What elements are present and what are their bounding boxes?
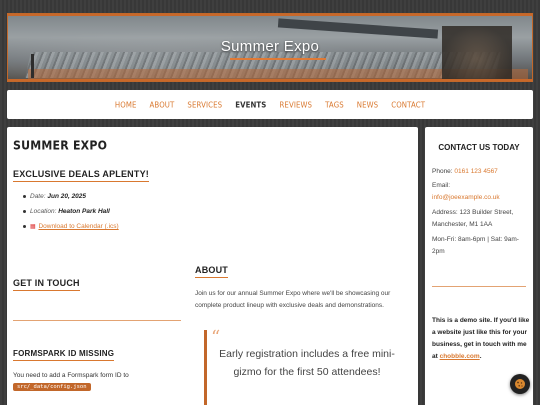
event-date-label: Date: — [30, 193, 46, 200]
hero-image-pipe — [31, 54, 34, 78]
hero-title-underline — [230, 58, 326, 60]
nav-about[interactable]: About — [150, 100, 175, 109]
cookie-settings-button[interactable] — [510, 374, 530, 394]
sidebar-divider — [432, 286, 526, 287]
cookie-icon — [515, 379, 525, 389]
section-divider — [13, 320, 181, 321]
hero-image-trowel — [277, 18, 439, 39]
download-calendar-link[interactable]: Download to Calendar (.ics) — [38, 223, 118, 230]
deals-heading: Exclusive Deals Aplenty! — [13, 169, 149, 182]
email-label: Email: — [432, 182, 451, 189]
event-location-label: Location: — [30, 208, 57, 215]
calendar-icon: ▦ — [30, 224, 36, 230]
event-date: Date: Jun 20, 2025 — [23, 193, 119, 200]
get-in-touch-heading: Get in Touch — [13, 278, 80, 291]
nav-services[interactable]: Services — [187, 100, 222, 109]
about-text: Join us for our annual Summer Expo where… — [195, 290, 391, 309]
quote-icon: “ — [211, 327, 221, 348]
demo-notice: This is a demo site. If you'd like a web… — [432, 315, 530, 363]
hero-banner: Summer Expo — [7, 13, 533, 82]
formspark-note: You need to add a Formspark form ID to — [13, 372, 129, 379]
hero-title: Summer Expo — [220, 38, 320, 55]
contact-phone: Phone: 0161 123 4567 — [432, 166, 530, 178]
nav-events[interactable]: Events — [235, 100, 266, 109]
about-heading: About — [195, 265, 228, 278]
demo-notice-link[interactable]: chobble.com — [440, 353, 480, 360]
phone-label: Phone: — [432, 168, 453, 175]
contact-hours: Mon-Fri: 8am-6pm | Sat: 9am-2pm — [432, 236, 519, 255]
contact-sidebar: Contact Us Today Phone: 0161 123 4567 Em… — [425, 127, 533, 405]
formspark-heading: Formspark ID Missing — [13, 349, 115, 361]
nav-home[interactable]: Home — [115, 100, 137, 109]
hero-border-top — [8, 14, 532, 16]
nav-contact[interactable]: Contact — [391, 100, 425, 109]
demo-notice-end: . — [479, 353, 482, 360]
nav-tags[interactable]: Tags — [325, 100, 344, 109]
page-title: Summer Expo — [13, 138, 108, 153]
contact-address: Address: 123 Builder Street, Manchester,… — [432, 209, 514, 228]
config-path-code: src/_data/config.json — [13, 383, 91, 391]
email-link[interactable]: info@joeexample.co.uk — [432, 194, 500, 201]
phone-link[interactable]: 0161 123 4567 — [454, 168, 497, 175]
event-date-value: Jun 20, 2025 — [47, 193, 87, 200]
event-location: Location: Heaton Park Hall — [23, 208, 119, 215]
contact-heading: Contact Us Today — [438, 143, 520, 152]
hero-border-bottom — [8, 79, 532, 81]
nav-reviews[interactable]: Reviews — [279, 100, 312, 109]
nav-news[interactable]: News — [357, 100, 378, 109]
main-content: Summer Expo Exclusive Deals Aplenty! Dat… — [7, 127, 418, 405]
promo-quote: Early registration includes a free mini-… — [219, 348, 395, 378]
event-details-list: Date: Jun 20, 2025 Location: Heaton Park… — [23, 193, 119, 238]
main-nav: Home About Services Events Reviews Tags … — [7, 90, 533, 119]
quote-bar — [204, 330, 207, 405]
event-location-value: Heaton Park Hall — [58, 208, 110, 215]
event-calendar: ▦ Download to Calendar (.ics) — [23, 223, 119, 230]
contact-email: Email: info@joeexample.co.uk — [432, 180, 530, 204]
